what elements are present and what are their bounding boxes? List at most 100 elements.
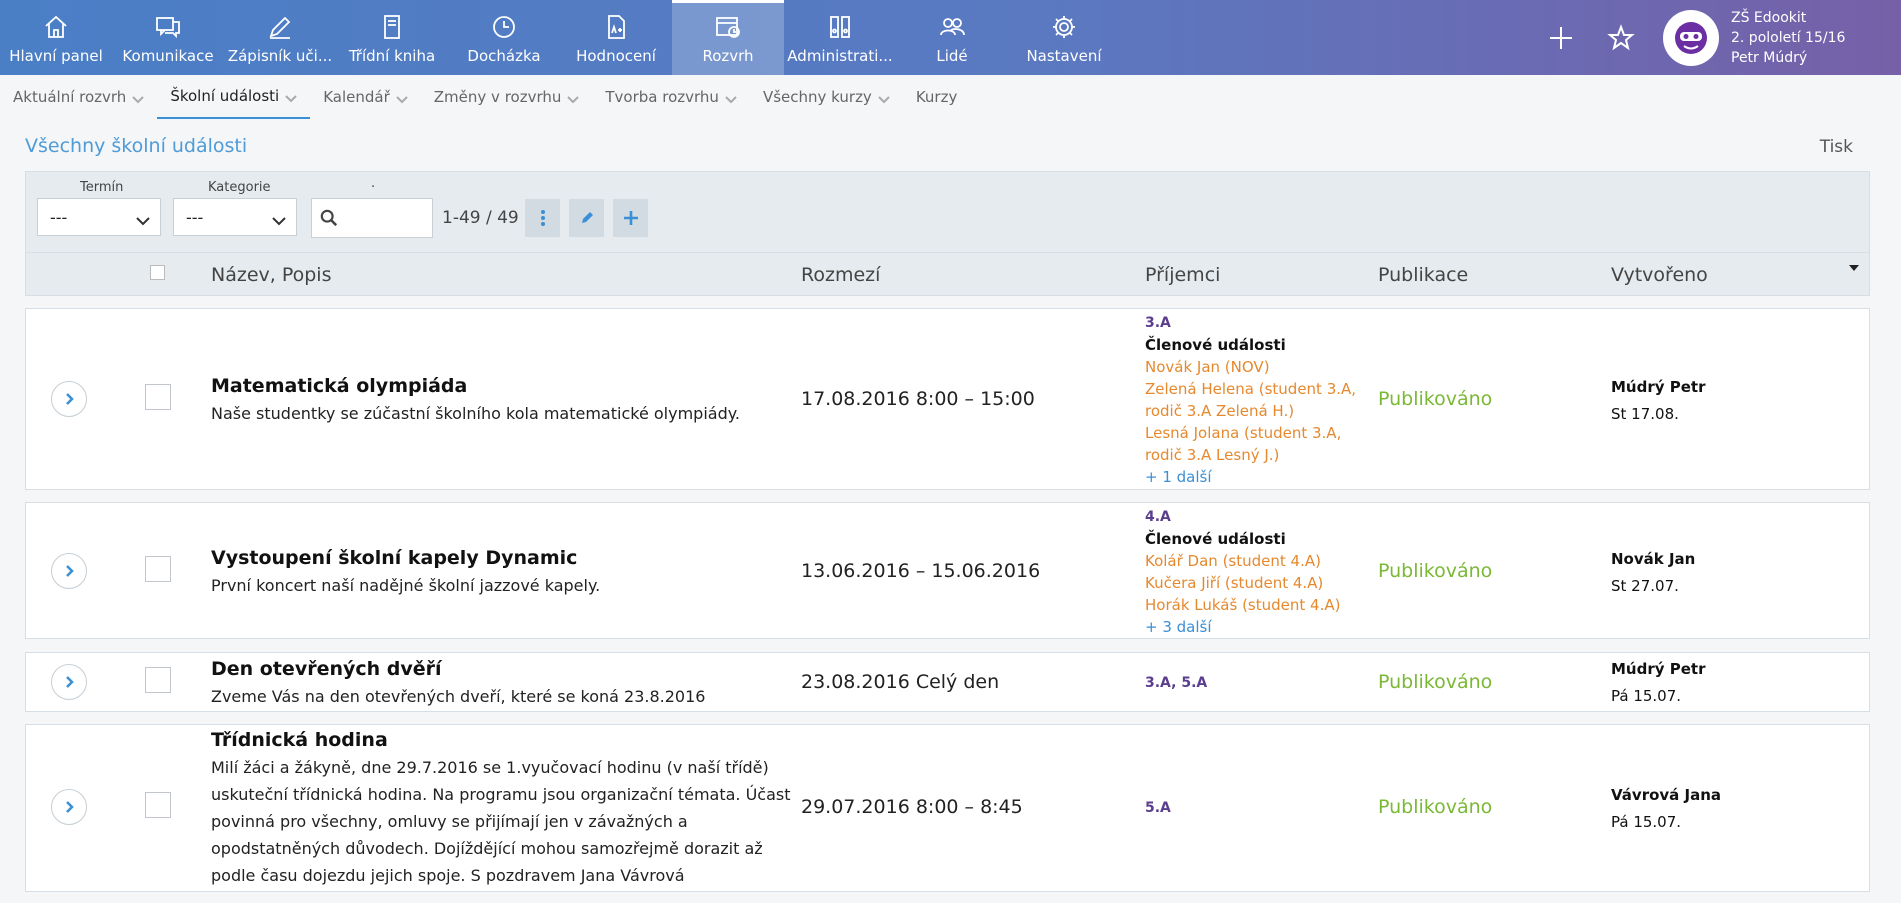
search-filter-label: . — [371, 176, 376, 191]
created-date: St 17.08. — [1611, 405, 1679, 423]
nav-item-zapisnik[interactable]: Zápisník uči... — [224, 0, 336, 75]
subnav-aktualni-rozvrh[interactable]: Aktuální rozvrh — [0, 75, 157, 119]
table-row[interactable]: Vystoupení školní kapely Dynamic První k… — [25, 502, 1870, 639]
owl-logo-icon — [1675, 21, 1707, 54]
subnav-vsechny-kurzy[interactable]: Všechny kurzy — [750, 75, 903, 119]
top-navigation-bar: Hlavní panel Komunikace Zápisník uči... … — [0, 0, 1901, 75]
created-author: Múdrý Petr — [1611, 660, 1706, 678]
nav-item-nastaveni[interactable]: Nastavení — [1008, 0, 1120, 75]
nav-item-administrativa[interactable]: Administrati... — [784, 0, 896, 75]
term-select-value: --- — [50, 207, 68, 227]
subnav-tvorba-rozvrhu[interactable]: Tvorba rozvrhu — [592, 75, 750, 119]
recipient-person: Novák Jan (NOV) — [1145, 358, 1270, 376]
chevron-right-icon — [66, 676, 74, 688]
main-nav: Hlavní panel Komunikace Zápisník uči... … — [0, 0, 1120, 75]
top-right-tools: ZŠ Edookit 2. pololetí 15/16 Petr Múdrý — [1531, 0, 1901, 75]
created-info: Múdrý Petr Pá 15.07. — [1611, 656, 1705, 710]
nav-label: Zápisník uči... — [227, 47, 333, 65]
chevron-down-icon — [567, 91, 580, 104]
nav-item-hlavni-panel[interactable]: Hlavní panel — [0, 0, 112, 75]
nav-item-tridni-kniha[interactable]: Třídní kniha — [336, 0, 448, 75]
recipient-person: Zelená Helena (student 3.A, rodič 3.A Ze… — [1145, 380, 1357, 420]
subnav-skolni-udalosti[interactable]: Školní události — [157, 75, 311, 119]
nav-label: Komunikace — [122, 47, 214, 65]
table-row[interactable]: Třídnická hodina Milí žáci a žákyně, dne… — [25, 724, 1870, 892]
event-range: 29.07.2016 8:00 – 8:45 — [801, 796, 1023, 818]
publication-status: Publikováno — [1378, 671, 1493, 693]
add-button[interactable] — [1531, 0, 1591, 75]
more-recipients-link[interactable]: + 3 další — [1145, 616, 1365, 638]
expand-row-button[interactable] — [51, 664, 87, 700]
column-header-recipients[interactable]: Příjemci — [1145, 264, 1220, 286]
edit-button[interactable] — [569, 199, 604, 237]
created-date: St 27.07. — [1611, 577, 1679, 595]
nav-item-dochazka[interactable]: Docházka — [448, 0, 560, 75]
table-row[interactable]: Matematická olympiáda Naše studentky se … — [25, 308, 1870, 490]
plus-icon — [623, 211, 638, 225]
nav-label: Hodnocení — [576, 47, 656, 65]
created-date: Pá 15.07. — [1611, 813, 1682, 831]
recipient-person: Lesná Jolana (student 3.A, rodič 3.A Les… — [1145, 424, 1342, 464]
subnav-zmeny-v-rozvrhu[interactable]: Změny v rozvrhu — [421, 75, 593, 119]
table-row[interactable]: Den otevřených dvěří Zveme Vás na den ot… — [25, 652, 1870, 712]
nav-item-rozvrh[interactable]: Rozvrh — [672, 0, 784, 75]
nav-item-hodnoceni[interactable]: Hodnocení — [560, 0, 672, 75]
subnav-label: Tvorba rozvrhu — [605, 88, 719, 106]
search-icon — [320, 209, 338, 231]
subnav-kalendar[interactable]: Kalendář — [310, 75, 421, 119]
event-range: 23.08.2016 Celý den — [801, 671, 1000, 693]
expand-row-button[interactable] — [51, 789, 87, 825]
plus-icon — [1550, 26, 1572, 49]
more-recipients-link[interactable]: + 1 další — [1145, 466, 1365, 488]
more-options-button[interactable] — [525, 199, 560, 237]
people-icon — [937, 12, 967, 42]
page-title: Všechny školní události — [25, 135, 248, 157]
expand-row-button[interactable] — [51, 381, 87, 417]
created-info: Vávrová Jana Pá 15.07. — [1611, 782, 1721, 836]
sub-navigation: Aktuální rozvrh Školní události Kalendář… — [0, 75, 1901, 119]
column-header-name[interactable]: Název, Popis — [211, 264, 332, 286]
column-header-created[interactable]: Vytvořeno — [1611, 264, 1708, 286]
pencil-icon — [265, 12, 295, 42]
favorites-button[interactable] — [1591, 0, 1651, 75]
add-event-button[interactable] — [613, 199, 648, 237]
chevron-down-icon — [132, 91, 145, 104]
row-checkbox[interactable] — [145, 384, 171, 410]
column-header-publication[interactable]: Publikace — [1378, 264, 1468, 286]
recipient-person: Kučera Jiří (student 4.A) — [1145, 574, 1324, 592]
subnav-kurzy[interactable]: Kurzy — [903, 75, 971, 119]
column-header-range[interactable]: Rozmezí — [801, 264, 880, 286]
event-description: První koncert naší nadějné školní jazzov… — [211, 576, 601, 595]
subnav-label: Změny v rozvrhu — [433, 88, 562, 106]
pencil-icon — [581, 212, 593, 223]
publication-status: Publikováno — [1378, 560, 1493, 582]
vertical-dots-icon — [540, 210, 545, 226]
select-all-checkbox[interactable] — [150, 265, 165, 280]
publication-status: Publikováno — [1378, 796, 1493, 818]
chevron-down-icon — [136, 212, 150, 231]
expand-row-button[interactable] — [51, 553, 87, 589]
school-name: ZŠ Edookit — [1731, 9, 1807, 26]
user-menu[interactable]: ZŠ Edookit 2. pololetí 15/16 Petr Múdrý — [1651, 0, 1901, 75]
search-input[interactable] — [344, 200, 432, 236]
chevron-down-icon — [725, 91, 737, 104]
row-checkbox[interactable] — [145, 667, 171, 693]
recipient-person: Horák Lukáš (student 4.A) — [1145, 596, 1341, 614]
grade-document-icon — [601, 12, 631, 42]
sort-caret-icon[interactable] — [1849, 265, 1859, 271]
row-checkbox[interactable] — [145, 556, 171, 582]
term-select[interactable]: --- — [37, 198, 161, 236]
recipient-person: Kolář Dan (student 4.A) — [1145, 552, 1321, 570]
event-recipients: 4.A Členové události Kolář Dan (student … — [1145, 506, 1365, 638]
created-date: Pá 15.07. — [1611, 687, 1682, 705]
recipient-group: Členové události — [1145, 530, 1286, 548]
recipient-class: 3.A, 5.A — [1145, 675, 1208, 691]
nav-label: Nastavení — [1026, 47, 1102, 65]
nav-item-komunikace[interactable]: Komunikace — [112, 0, 224, 75]
gear-icon — [1049, 12, 1079, 42]
nav-label: Rozvrh — [702, 47, 754, 65]
nav-item-lide[interactable]: Lidé — [896, 0, 1008, 75]
row-checkbox[interactable] — [145, 792, 171, 818]
print-link[interactable]: Tisk — [1820, 137, 1853, 157]
category-select[interactable]: --- — [173, 198, 297, 236]
